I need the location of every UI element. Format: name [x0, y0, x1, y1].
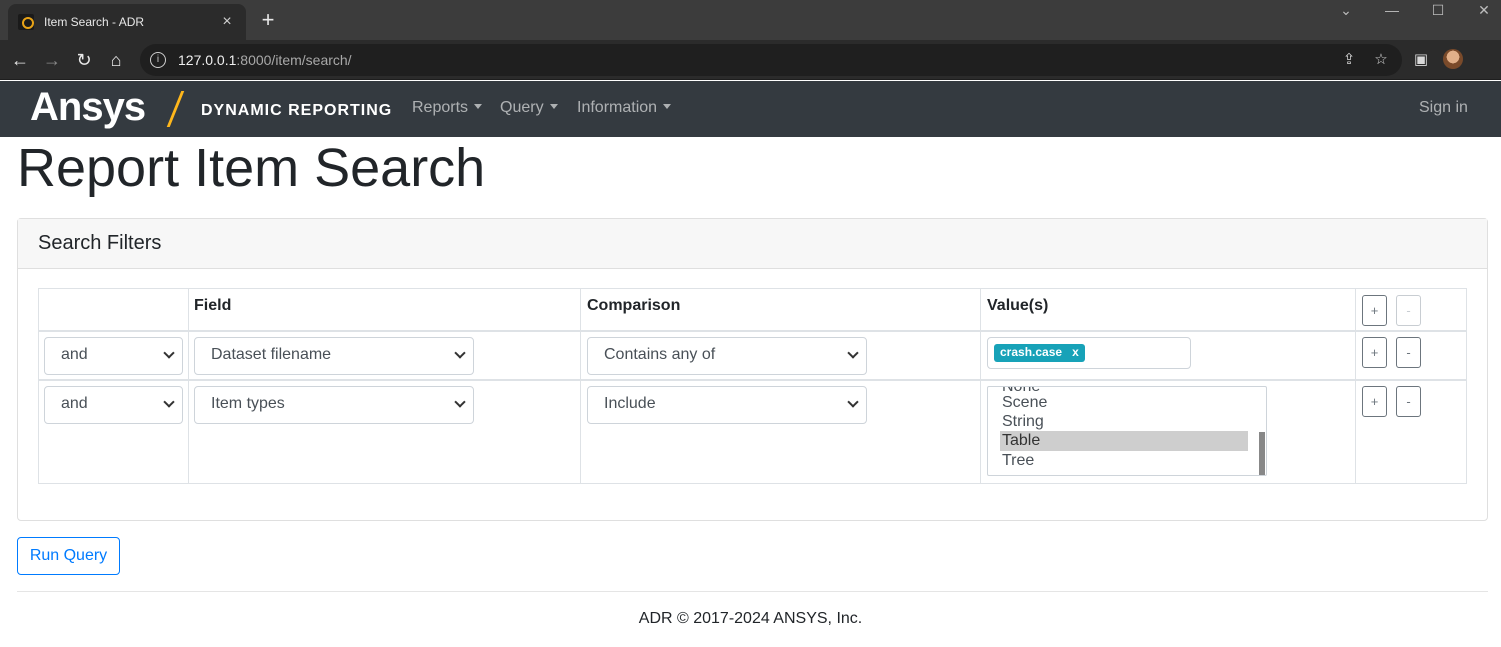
logic-select-value: and: [61, 395, 88, 412]
chevron-down-icon: [163, 396, 175, 408]
chevron-down-icon: [847, 347, 859, 359]
remove-filter-button-disabled: -: [1396, 295, 1421, 326]
header-values: Value(s): [987, 297, 1049, 314]
tab-title: Item Search - ADR: [44, 15, 145, 29]
value-tag-label: crash.case: [1000, 345, 1063, 359]
remove-tag-icon[interactable]: x: [1072, 345, 1079, 359]
nav-information-menu[interactable]: Information: [577, 99, 672, 117]
home-icon[interactable]: ⌂: [104, 48, 128, 72]
comparison-select-value: Include: [604, 395, 656, 412]
field-select[interactable]: Item types: [194, 386, 474, 424]
run-query-button[interactable]: Run Query: [17, 537, 120, 575]
new-tab-button[interactable]: +: [258, 9, 278, 31]
card-header: Search Filters: [18, 219, 1487, 269]
adr-favicon-icon: [18, 14, 34, 30]
nav-query-menu[interactable]: Query: [500, 99, 558, 117]
listbox-scrollbar[interactable]: [1259, 432, 1265, 475]
browser-tab[interactable]: Item Search - ADR ×: [8, 4, 246, 40]
listbox-option[interactable]: Tree: [1000, 451, 1248, 471]
forward-arrow-icon[interactable]: →: [40, 48, 64, 72]
browser-tabstrip: Item Search - ADR × + ⌄ — ☐ ✕: [0, 0, 1501, 40]
close-tab-icon[interactable]: ×: [218, 13, 236, 31]
bookmark-star-icon[interactable]: ☆: [1371, 50, 1391, 68]
share-icon[interactable]: ⇪: [1339, 50, 1359, 68]
chevron-down-icon: [163, 347, 175, 359]
app-navbar: Ansys DYNAMIC REPORTING Reports Query In…: [0, 81, 1501, 137]
brand-subtitle: DYNAMIC REPORTING: [201, 102, 393, 119]
listbox-option-selected[interactable]: Table: [1000, 431, 1248, 451]
back-arrow-icon[interactable]: ←: [8, 48, 32, 72]
comparison-select[interactable]: Contains any of: [587, 337, 867, 375]
chevron-down-icon: [454, 396, 466, 408]
values-tag-input[interactable]: crash.case x: [987, 337, 1191, 369]
listbox-option[interactable]: Scene: [1000, 393, 1248, 413]
add-row-button[interactable]: +: [1362, 337, 1387, 368]
remove-row-button[interactable]: -: [1396, 386, 1421, 417]
search-filters-card: Search Filters Field Comparison Value(s)…: [17, 218, 1488, 521]
page-title: Report Item Search: [17, 138, 486, 198]
ansys-logo[interactable]: Ansys: [30, 85, 146, 130]
header-comparison: Comparison: [587, 297, 681, 314]
maximize-icon[interactable]: ☐: [1423, 2, 1453, 19]
url-path: :8000/item/search/: [236, 52, 352, 68]
tab-search-icon[interactable]: ⌄: [1331, 2, 1361, 19]
nav-query-label: Query: [500, 99, 544, 116]
row-divider: [39, 379, 1466, 381]
item-types-listbox[interactable]: None Scene String Table Tree: [987, 386, 1267, 476]
logic-select[interactable]: and: [44, 337, 183, 375]
minimize-icon[interactable]: —: [1377, 2, 1407, 18]
site-info-icon[interactable]: i: [150, 52, 166, 68]
caret-down-icon: [663, 104, 672, 109]
logic-select[interactable]: and: [44, 386, 183, 424]
filters-table: Field Comparison Value(s) + - and Datase…: [38, 288, 1467, 484]
field-select-value: Item types: [211, 395, 285, 412]
listbox-option[interactable]: String: [1000, 412, 1248, 432]
header-divider: [39, 330, 1466, 332]
profile-avatar[interactable]: [1443, 49, 1463, 69]
nav-reports-label: Reports: [412, 99, 469, 116]
nav-information-label: Information: [577, 99, 658, 116]
brand-slash-icon: [166, 91, 185, 127]
field-select-value: Dataset filename: [211, 346, 332, 363]
url-bar[interactable]: i 127.0.0.1:8000/item/search/: [140, 44, 1402, 76]
chevron-down-icon: [847, 396, 859, 408]
comparison-select-value: Contains any of: [604, 346, 716, 363]
field-select[interactable]: Dataset filename: [194, 337, 474, 375]
side-panel-icon[interactable]: ▣: [1411, 50, 1431, 68]
add-row-button[interactable]: +: [1362, 386, 1387, 417]
footer-divider: [17, 591, 1488, 592]
browser-toolbar: ← → ↻ ⌂ i 127.0.0.1:8000/item/search/ ⇪ …: [0, 40, 1501, 80]
footer-copyright: ADR © 2017-2024 ANSYS, Inc.: [638, 610, 863, 627]
add-filter-button[interactable]: +: [1362, 295, 1387, 326]
caret-down-icon: [474, 104, 483, 109]
value-tag: crash.case x: [994, 344, 1085, 362]
sign-in-link[interactable]: Sign in: [1419, 99, 1468, 117]
url-host: 127.0.0.1: [178, 52, 237, 68]
header-field: Field: [194, 297, 232, 314]
remove-row-button[interactable]: -: [1396, 337, 1421, 368]
window-close-icon[interactable]: ✕: [1469, 2, 1499, 19]
logic-select-value: and: [61, 346, 88, 363]
nav-reports-menu[interactable]: Reports: [412, 99, 483, 117]
comparison-select[interactable]: Include: [587, 386, 867, 424]
chevron-down-icon: [454, 347, 466, 359]
reload-icon[interactable]: ↻: [72, 48, 96, 72]
caret-down-icon: [549, 104, 558, 109]
